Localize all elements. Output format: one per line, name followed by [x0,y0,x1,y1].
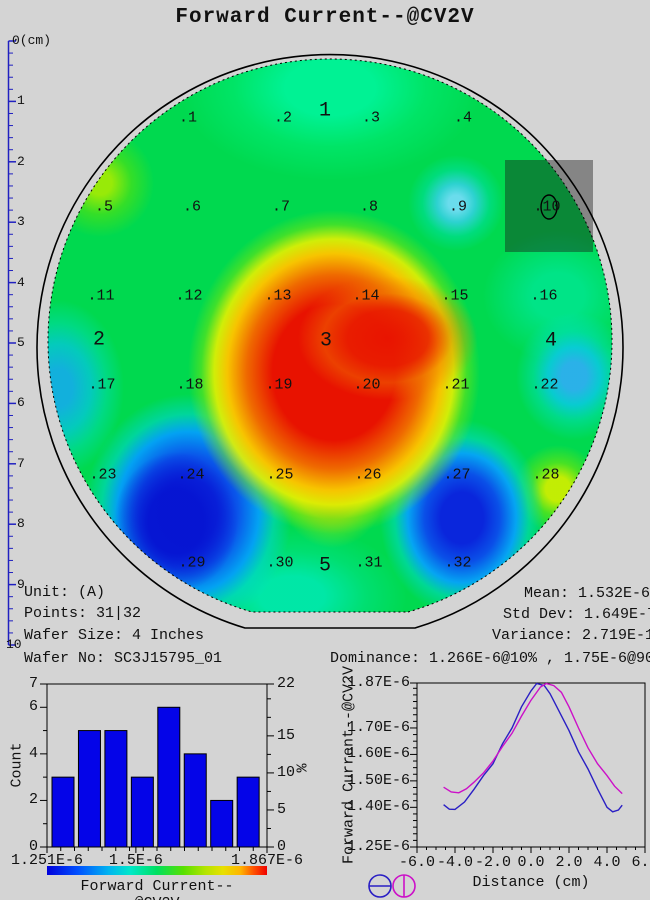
wafer-point-label[interactable]: .15 [441,288,468,305]
wafer-point-label[interactable]: .14 [352,288,379,305]
histogram-bar[interactable] [158,707,180,847]
mean-text: Mean: 1.532E-6 [524,585,650,602]
hist-y2tick-label: 22 [277,675,307,692]
chart-title: Forward Current--@CV2V [0,6,650,29]
colorbar-caption: Forward Current--@CV2V [67,878,247,900]
variance-text: Variance: 2.719E-14 [492,627,650,644]
wafer-point-label[interactable]: .20 [353,377,380,394]
wafer-point-label[interactable]: .22 [531,377,558,394]
profile-ytick-label: 1.50E-6 [340,772,410,789]
wafer-point-label[interactable]: .32 [444,555,471,572]
wafer-point-label[interactable]: .8 [360,199,378,216]
profile-ytick-label: 1.87E-6 [340,674,410,691]
wafer-point-label[interactable]: .26 [354,467,381,484]
wafer-point-label[interactable]: .9 [449,199,467,216]
hist-ytick-label: 2 [10,791,38,808]
wafer-point-label[interactable]: .1 [179,110,197,127]
profile-ytick-label: 1.25E-6 [340,838,410,855]
wafer-point-label[interactable]: .2 [274,110,292,127]
wafer-point-label[interactable]: .19 [265,377,292,394]
wafer-point-label[interactable]: .10 [533,199,560,216]
horizontal-diameter-profile-curve [444,684,623,812]
wafer-point-label[interactable]: .30 [266,555,293,572]
histogram-bar[interactable] [105,731,127,847]
wafer-size-text: Wafer Size: 4 Inches [24,627,204,644]
wafer-point-label[interactable]: .18 [176,377,203,394]
ruler-tick-label: 4 [17,275,25,290]
wafer-region-label: 1 [319,100,331,123]
histogram-bar[interactable] [184,754,206,847]
wafer-point-label[interactable]: .27 [443,467,470,484]
points-text: Points: 31|32 [24,605,141,622]
horizontal-profile-legend-icon[interactable] [369,875,391,897]
ruler-tick-label: 5 [17,335,25,350]
wafer-point-label[interactable]: .21 [442,377,469,394]
wafer-point-label[interactable]: .24 [177,467,204,484]
profile-ylabel: Forward Current--@CV2V [341,666,358,864]
ruler-tick-label: 10 [6,637,22,652]
ruler-tick-label: 1 [17,93,25,108]
profile-ytick-label: 1.60E-6 [340,745,410,762]
wafer-no-text: Wafer No: SC3J15795_01 [24,650,222,667]
wafer-point-label[interactable]: .3 [362,110,380,127]
std-dev-text: Std Dev: 1.649E-7 [503,606,650,623]
hist-ytick-label: 4 [10,745,38,762]
colorbar-gradient [47,866,267,875]
wafer-region-label: 5 [319,555,331,578]
ruler-tick-label: 2 [17,154,25,169]
profile-xtick-label: 6.0 [620,854,650,871]
hist-y2tick-label: 5 [277,801,307,818]
wafer-point-label[interactable]: .7 [272,199,290,216]
wafer-point-label[interactable]: .17 [88,377,115,394]
wafer-point-label[interactable]: .5 [95,199,113,216]
vertical-diameter-profile-curve [444,684,623,794]
profile-ytick-label: 1.70E-6 [340,719,410,736]
wafer-map-window: Forward Current--@CV2V .1 .2 .3 .4 .5 .6 .7 .8.… [0,0,650,900]
wafer-point-label[interactable]: .31 [355,555,382,572]
histogram-bar[interactable] [237,777,259,847]
ruler-tick-label: 6 [17,395,25,410]
wafer-point-label[interactable]: .13 [264,288,291,305]
histogram-bar[interactable] [131,777,153,847]
vertical-profile-legend-icon[interactable] [393,875,415,897]
profile-graphics [410,683,645,853]
wafer-point-label[interactable]: .11 [87,288,114,305]
dominance-text: Dominance: 1.266E-6@10% , 1.75E-6@90% [330,650,650,667]
ruler-ticks [9,41,17,645]
ruler-tick-label: 8 [17,516,25,531]
ruler-tick-label: 3 [17,214,25,229]
wafer-point-label[interactable]: .4 [454,110,472,127]
wafer-point-label[interactable]: .12 [175,288,202,305]
profile-ytick-label: 1.40E-6 [340,798,410,815]
wafer-point-label[interactable]: .23 [89,467,116,484]
ruler-tick-label: 0(cm) [12,33,51,48]
profile-xlabel: Distance (cm) [451,874,611,891]
hist-y2tick-label: 15 [277,727,307,744]
histogram-graphics [40,684,274,853]
legend-icons [369,875,415,897]
wafer-point-label[interactable]: .25 [266,467,293,484]
wafer-point-label[interactable]: .28 [532,467,559,484]
wafer-region-label: 4 [545,330,557,353]
wafer-point-label[interactable]: .29 [178,555,205,572]
ruler-tick-label: 7 [17,456,25,471]
wafer-point-label[interactable]: .6 [183,199,201,216]
histogram-bar[interactable] [211,800,233,847]
unit-text: Unit: (A) [24,584,105,601]
hist-ytick-label: 6 [10,698,38,715]
wafer-point-label[interactable]: .16 [530,288,557,305]
hist-ytick-label: 7 [10,675,38,692]
histogram-bar[interactable] [52,777,74,847]
histogram-bar[interactable] [78,731,100,847]
hist-y2tick-label: 10 [277,764,307,781]
wafer-region-label: 2 [93,329,105,352]
wafer-region-label: 3 [320,330,332,353]
